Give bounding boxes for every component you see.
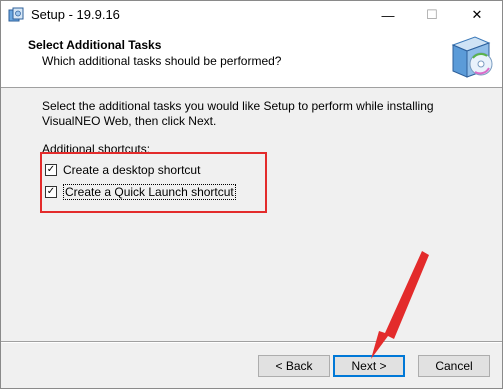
title-bar: Setup - 19.9.16 — ☐ ✕ — [1, 1, 502, 29]
cancel-button[interactable]: Cancel — [418, 355, 490, 377]
close-button[interactable]: ✕ — [454, 1, 500, 29]
back-button[interactable]: < Back — [258, 355, 330, 377]
highlight-box — [40, 152, 267, 213]
setup-window: Setup - 19.9.16 — ☐ ✕ Select Additional … — [0, 0, 503, 389]
maximize-button[interactable]: ☐ — [409, 1, 455, 29]
page-title: Select Additional Tasks — [28, 38, 162, 52]
window-title: Setup - 19.9.16 — [31, 7, 120, 22]
minimize-button[interactable]: — — [365, 1, 411, 29]
next-button[interactable]: Next > — [333, 355, 405, 377]
wizard-header: Select Additional Tasks Which additional… — [1, 29, 502, 88]
setup-icon — [8, 7, 24, 22]
installer-box-icon — [451, 36, 493, 78]
task-description: Select the additional tasks you would li… — [42, 99, 434, 128]
page-subtitle: Which additional tasks should be perform… — [42, 54, 282, 68]
footer-divider — [1, 341, 502, 343]
